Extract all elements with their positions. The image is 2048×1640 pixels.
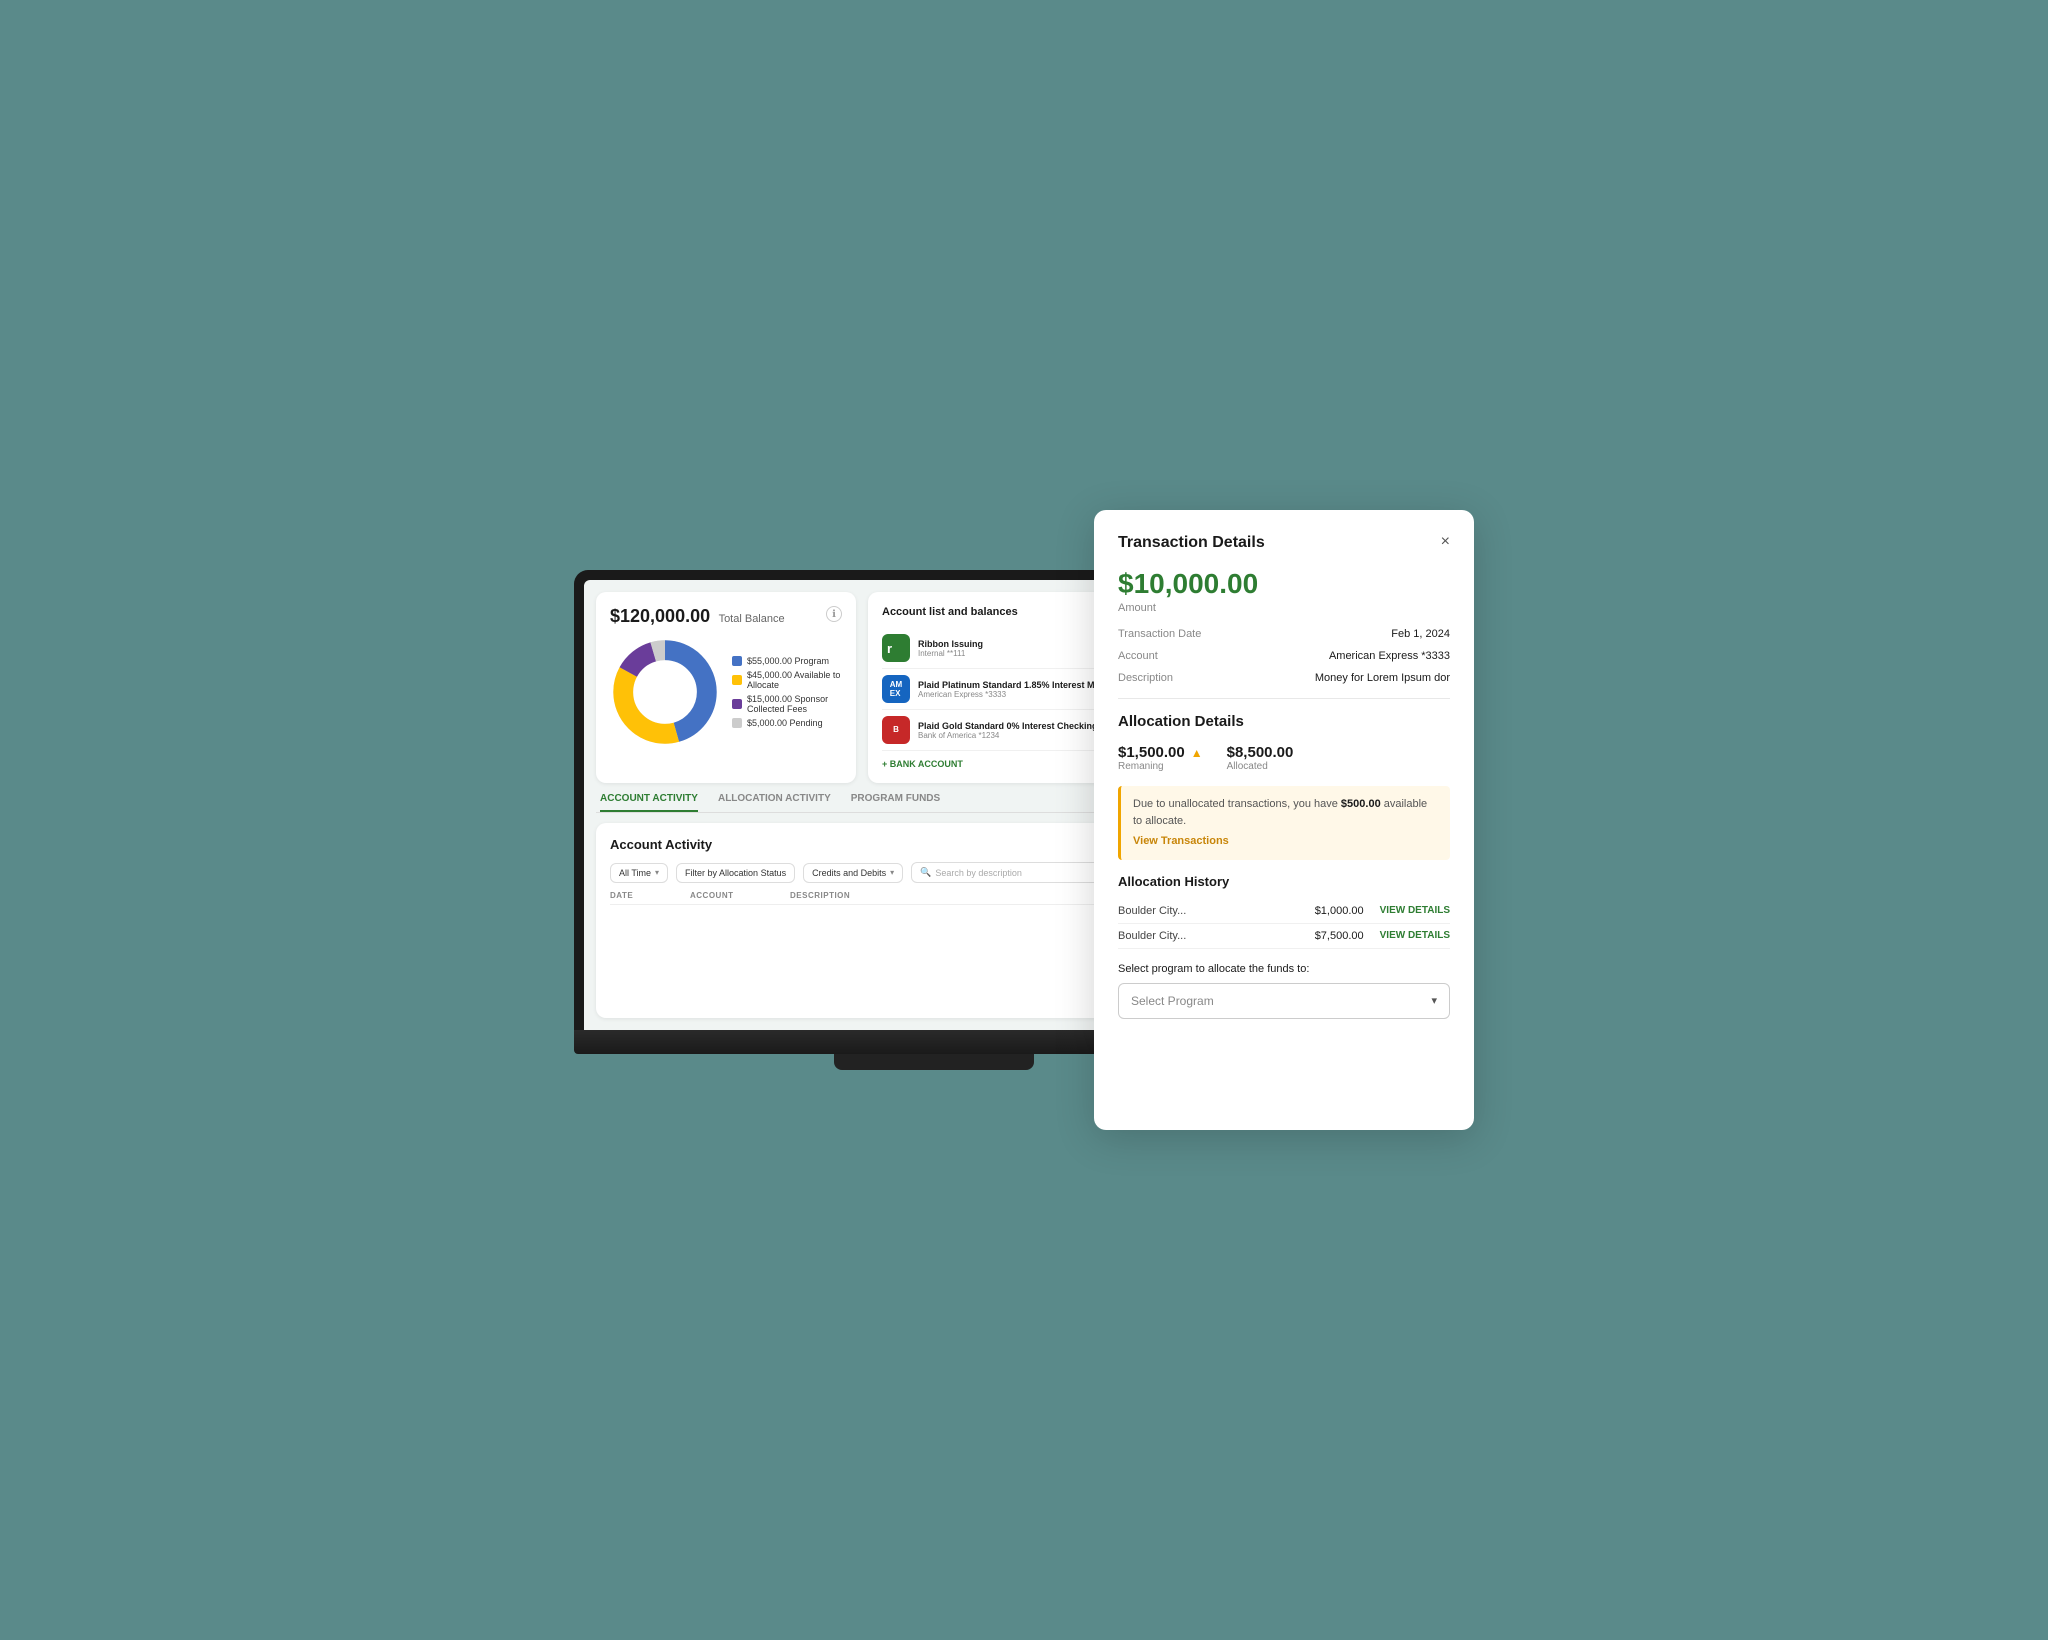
legend-dot-sponsor [732, 699, 742, 709]
history-city-2: Boulder City... [1118, 930, 1315, 942]
alloc-allocated-value: $8,500.00 [1227, 744, 1294, 761]
detail-row-account: Account American Express *3333 [1118, 650, 1450, 662]
search-icon: 🔍 [920, 867, 931, 878]
tab-program-funds[interactable]: PROGRAM FUNDS [851, 793, 940, 812]
transaction-details-panel: Transaction Details × $10,000.00 Amount … [1094, 510, 1474, 1130]
history-row-1: Boulder City... $1,000.00 VIEW DETAILS [1118, 899, 1450, 924]
credits-debits-chevron: ▾ [890, 868, 894, 877]
legend-item-available: $45,000.00 Available to Allocate [732, 670, 842, 690]
allocation-amounts: $1,500.00 ▲ Remaning $8,500.00 Allocated [1118, 744, 1450, 772]
tab-account-activity[interactable]: ACCOUNT ACTIVITY [600, 793, 698, 812]
allocation-title: Allocation Details [1118, 713, 1450, 730]
history-row-2: Boulder City... $7,500.00 VIEW DETAILS [1118, 924, 1450, 949]
legend-dot-available [732, 675, 742, 685]
balance-card: $120,000.00 Total Balance ℹ [596, 592, 856, 783]
legend-label-available: $45,000.00 Available to Allocate [747, 670, 842, 690]
balance-amount-row: $120,000.00 Total Balance [610, 606, 785, 627]
amex-logo: AMEX [882, 675, 910, 703]
alloc-allocated: $8,500.00 Allocated [1227, 744, 1294, 772]
transaction-amount: $10,000.00 [1118, 568, 1450, 600]
detail-value-date: Feb 1, 2024 [1238, 628, 1450, 640]
warning-text-before: Due to unallocated transactions, you hav… [1133, 798, 1341, 810]
tab-allocation-activity[interactable]: ALLOCATION ACTIVITY [718, 793, 831, 812]
detail-row-date: Transaction Date Feb 1, 2024 [1118, 628, 1450, 640]
amount-label: Amount [1118, 602, 1450, 614]
ribbon-logo: r [882, 634, 910, 662]
detail-label-description: Description [1118, 672, 1238, 684]
legend-dot-program [732, 656, 742, 666]
legend-item-program: $55,000.00 Program [732, 656, 842, 666]
view-details-link-1[interactable]: VIEW DETAILS [1380, 905, 1450, 916]
total-balance-amount: $120,000.00 [610, 606, 710, 626]
warning-triangle-icon: ▲ [1191, 746, 1203, 760]
history-amount-2: $7,500.00 [1315, 930, 1364, 942]
th-account: ACCOUNT [690, 891, 790, 900]
divider-1 [1118, 698, 1450, 699]
search-placeholder: Search by description [935, 868, 1022, 878]
scene: $120,000.00 Total Balance ℹ [574, 510, 1474, 1130]
view-details-link-2[interactable]: VIEW DETAILS [1380, 930, 1450, 941]
chevron-down-icon: ▾ [1431, 994, 1437, 1007]
total-balance-label: Total Balance [719, 613, 785, 625]
credits-debits-filter[interactable]: Credits and Debits ▾ [803, 863, 903, 883]
date-range-filter[interactable]: All Time ▾ [610, 863, 668, 883]
alloc-remaining-amount: $1,500.00 [1118, 744, 1185, 761]
date-range-chevron: ▾ [655, 868, 659, 877]
alloc-remaining-value: $1,500.00 ▲ [1118, 744, 1203, 761]
laptop-stand [834, 1054, 1034, 1070]
legend-dot-pending [732, 718, 742, 728]
bofa-logo: B [882, 716, 910, 744]
legend-label-program: $55,000.00 Program [747, 656, 829, 666]
th-date: DATE [610, 891, 690, 900]
detail-row-description: Description Money for Lorem Ipsum dor [1118, 672, 1450, 684]
warning-box: Due to unallocated transactions, you hav… [1118, 786, 1450, 860]
balance-header: $120,000.00 Total Balance ℹ [610, 606, 842, 627]
allocation-history-title: Allocation History [1118, 874, 1450, 889]
alloc-remaining: $1,500.00 ▲ Remaning [1118, 744, 1203, 772]
select-program-placeholder: Select Program [1131, 994, 1214, 1008]
legend-label-pending: $5,000.00 Pending [747, 718, 823, 728]
credits-debits-label: Credits and Debits [812, 868, 886, 878]
history-amount-1: $1,000.00 [1315, 905, 1364, 917]
panel-title: Transaction Details [1118, 534, 1265, 552]
detail-label-account: Account [1118, 650, 1238, 662]
detail-label-date: Transaction Date [1118, 628, 1238, 640]
alloc-remaining-label: Remaning [1118, 761, 1203, 772]
allocation-status-filter[interactable]: Filter by Allocation Status [676, 863, 795, 883]
detail-value-account: American Express *3333 [1238, 650, 1450, 662]
chart-legend-row: $55,000.00 Program $45,000.00 Available … [610, 637, 842, 747]
allocation-status-label: Filter by Allocation Status [685, 868, 786, 878]
history-city-1: Boulder City... [1118, 905, 1315, 917]
panel-header: Transaction Details × [1118, 534, 1450, 552]
balance-legend: $55,000.00 Program $45,000.00 Available … [732, 656, 842, 728]
warning-amount: $500.00 [1341, 798, 1381, 810]
select-program-dropdown[interactable]: Select Program ▾ [1118, 983, 1450, 1019]
alloc-allocated-label: Allocated [1227, 761, 1294, 772]
legend-item-pending: $5,000.00 Pending [732, 718, 842, 728]
close-button[interactable]: × [1441, 534, 1450, 550]
detail-value-description: Money for Lorem Ipsum dor [1238, 672, 1450, 684]
select-program-label: Select program to allocate the funds to: [1118, 963, 1450, 975]
info-icon[interactable]: ℹ [826, 606, 842, 622]
donut-chart [610, 637, 720, 747]
legend-label-sponsor: $15,000.00 Sponsor Collected Fees [747, 694, 842, 714]
view-transactions-link[interactable]: View Transactions [1133, 833, 1438, 850]
legend-item-sponsor: $15,000.00 Sponsor Collected Fees [732, 694, 842, 714]
svg-text:r: r [887, 641, 892, 656]
date-range-label: All Time [619, 868, 651, 878]
